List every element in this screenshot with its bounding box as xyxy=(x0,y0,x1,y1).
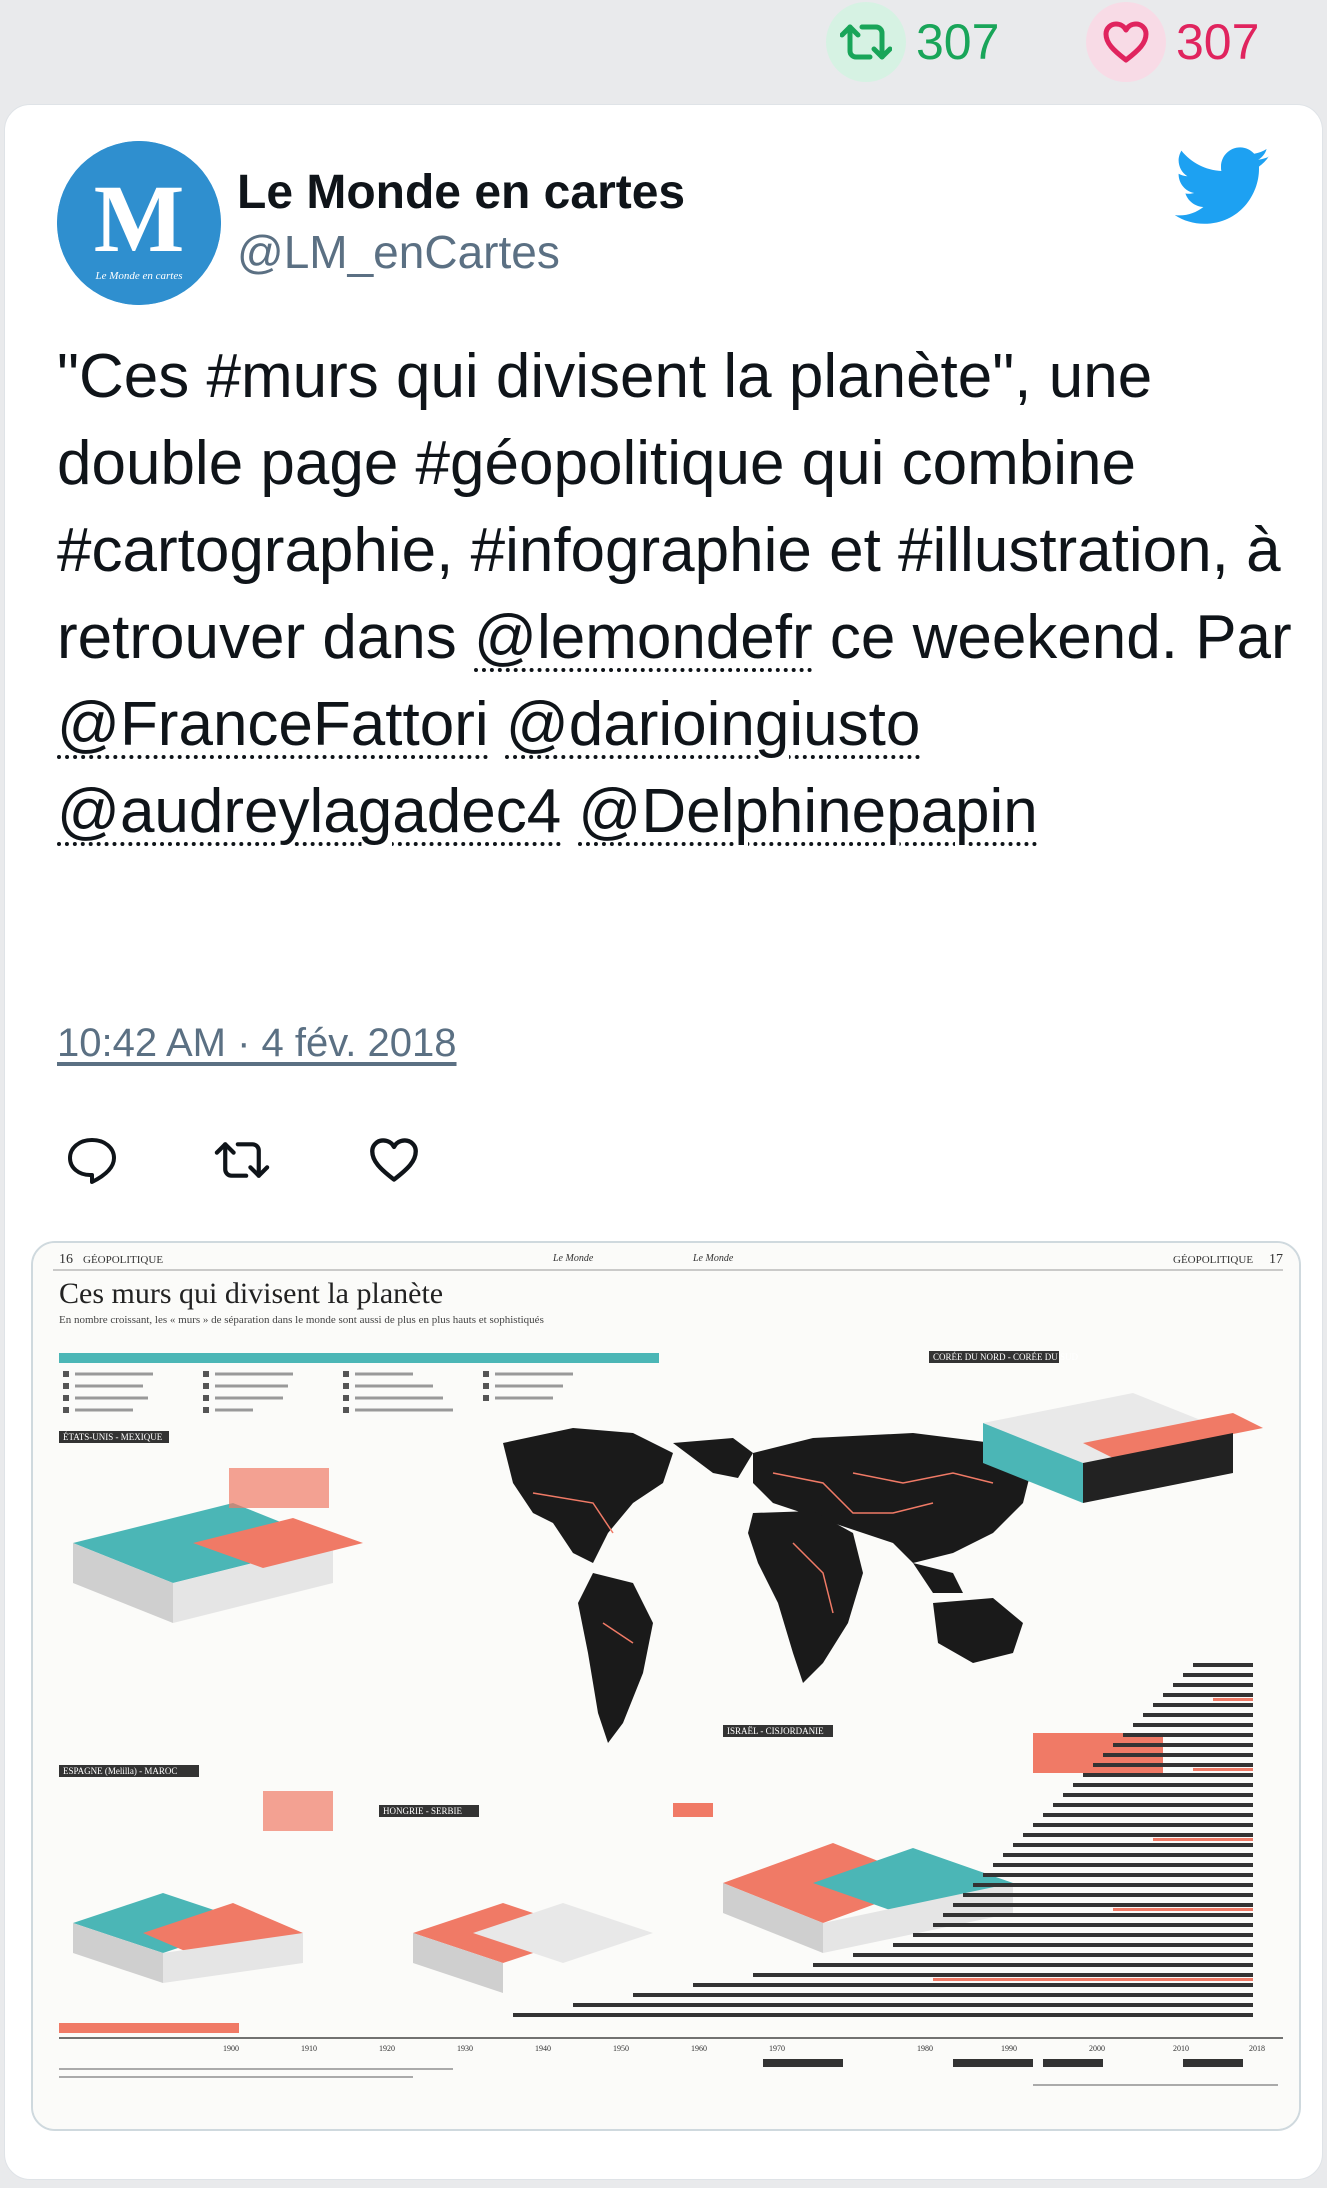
avatar-letter: M xyxy=(94,165,185,272)
twitter-bird-icon[interactable] xyxy=(1174,147,1271,232)
retweet-count: 307 xyxy=(916,14,1000,70)
media-section-korea: CORÉE DU NORD - CORÉE DU SUD xyxy=(933,1352,1079,1362)
mention-delphinepapin[interactable]: @Delphinepapin xyxy=(578,777,1037,846)
svg-text:1980: 1980 xyxy=(917,2044,933,2053)
svg-text:1950: 1950 xyxy=(613,2044,629,2053)
media-title: Ces murs qui divisent la planète xyxy=(59,1277,443,1310)
retweet-action-icon[interactable] xyxy=(207,1125,277,1195)
mention-lemondefr[interactable]: @lemondefr xyxy=(474,603,813,672)
media-masthead-left: Le Monde xyxy=(552,1253,594,1264)
media-section-usa-mexico: ÉTATS-UNIS - MEXIQUE xyxy=(63,1432,163,1442)
media-section-israel: ISRAËL - CISJORDANIE xyxy=(727,1726,824,1736)
like-count: 307 xyxy=(1176,14,1260,70)
mention-darioingiusto[interactable]: @darioingiusto xyxy=(506,690,921,759)
svg-text:1970: 1970 xyxy=(769,2044,785,2053)
tweet-card[interactable]: M Le Monde en cartes Le Monde en cartes … xyxy=(4,104,1323,2180)
avatar[interactable]: M Le Monde en cartes xyxy=(57,141,221,305)
media-section-hungary-serbia: HONGRIE - SERBIE xyxy=(383,1806,462,1816)
media-masthead-right: Le Monde xyxy=(692,1253,734,1264)
tweet-stats: 307 307 xyxy=(0,0,1327,92)
svg-text:2010: 2010 xyxy=(1173,2044,1189,2053)
mention-francefattori[interactable]: @FranceFattori xyxy=(57,690,489,759)
media-section-left: GÉOPOLITIQUE xyxy=(83,1254,163,1266)
mention-audreylagadec4[interactable]: @audreylagadec4 xyxy=(57,777,561,846)
media-section-right: GÉOPOLITIQUE xyxy=(1173,1254,1253,1266)
like-action-icon[interactable] xyxy=(359,1125,429,1195)
avatar-caption: Le Monde en cartes xyxy=(94,270,182,282)
svg-text:1920: 1920 xyxy=(379,2044,395,2053)
heart-icon[interactable] xyxy=(1086,2,1166,82)
retweet-stat[interactable]: 307 xyxy=(826,2,999,82)
svg-text:1940: 1940 xyxy=(535,2044,551,2053)
svg-text:1990: 1990 xyxy=(1001,2044,1017,2053)
media-subtitle: En nombre croissant, les « murs » de sép… xyxy=(59,1314,544,1326)
tweet-text: "Ces #murs qui divisent la planète", une… xyxy=(57,333,1297,855)
tweet-text-part2: ce weekend. Par xyxy=(812,603,1292,672)
author-handle[interactable]: @LM_enCartes xyxy=(237,225,560,279)
author-name[interactable]: Le Monde en cartes xyxy=(237,165,685,220)
reply-icon[interactable] xyxy=(57,1125,127,1195)
retweet-icon[interactable] xyxy=(826,2,906,82)
media-page-right: 17 xyxy=(1269,1252,1283,1267)
svg-text:1960: 1960 xyxy=(691,2044,707,2053)
tweet-media-image[interactable]: 16 GÉOPOLITIQUE Le Monde Le Monde GÉOPOL… xyxy=(31,1241,1301,2131)
svg-text:1910: 1910 xyxy=(301,2044,317,2053)
tweet-timestamp[interactable]: 10:42 AM · 4 fév. 2018 xyxy=(57,1021,457,1066)
media-section-spain-morocco: ESPAGNE (Melilla) - MAROC xyxy=(63,1766,177,1776)
svg-text:1900: 1900 xyxy=(223,2044,239,2053)
svg-text:2018: 2018 xyxy=(1249,2044,1265,2053)
svg-text:1930: 1930 xyxy=(457,2044,473,2053)
like-stat[interactable]: 307 xyxy=(1086,2,1259,82)
svg-text:2000: 2000 xyxy=(1089,2044,1105,2053)
media-page-left: 16 xyxy=(59,1252,73,1267)
